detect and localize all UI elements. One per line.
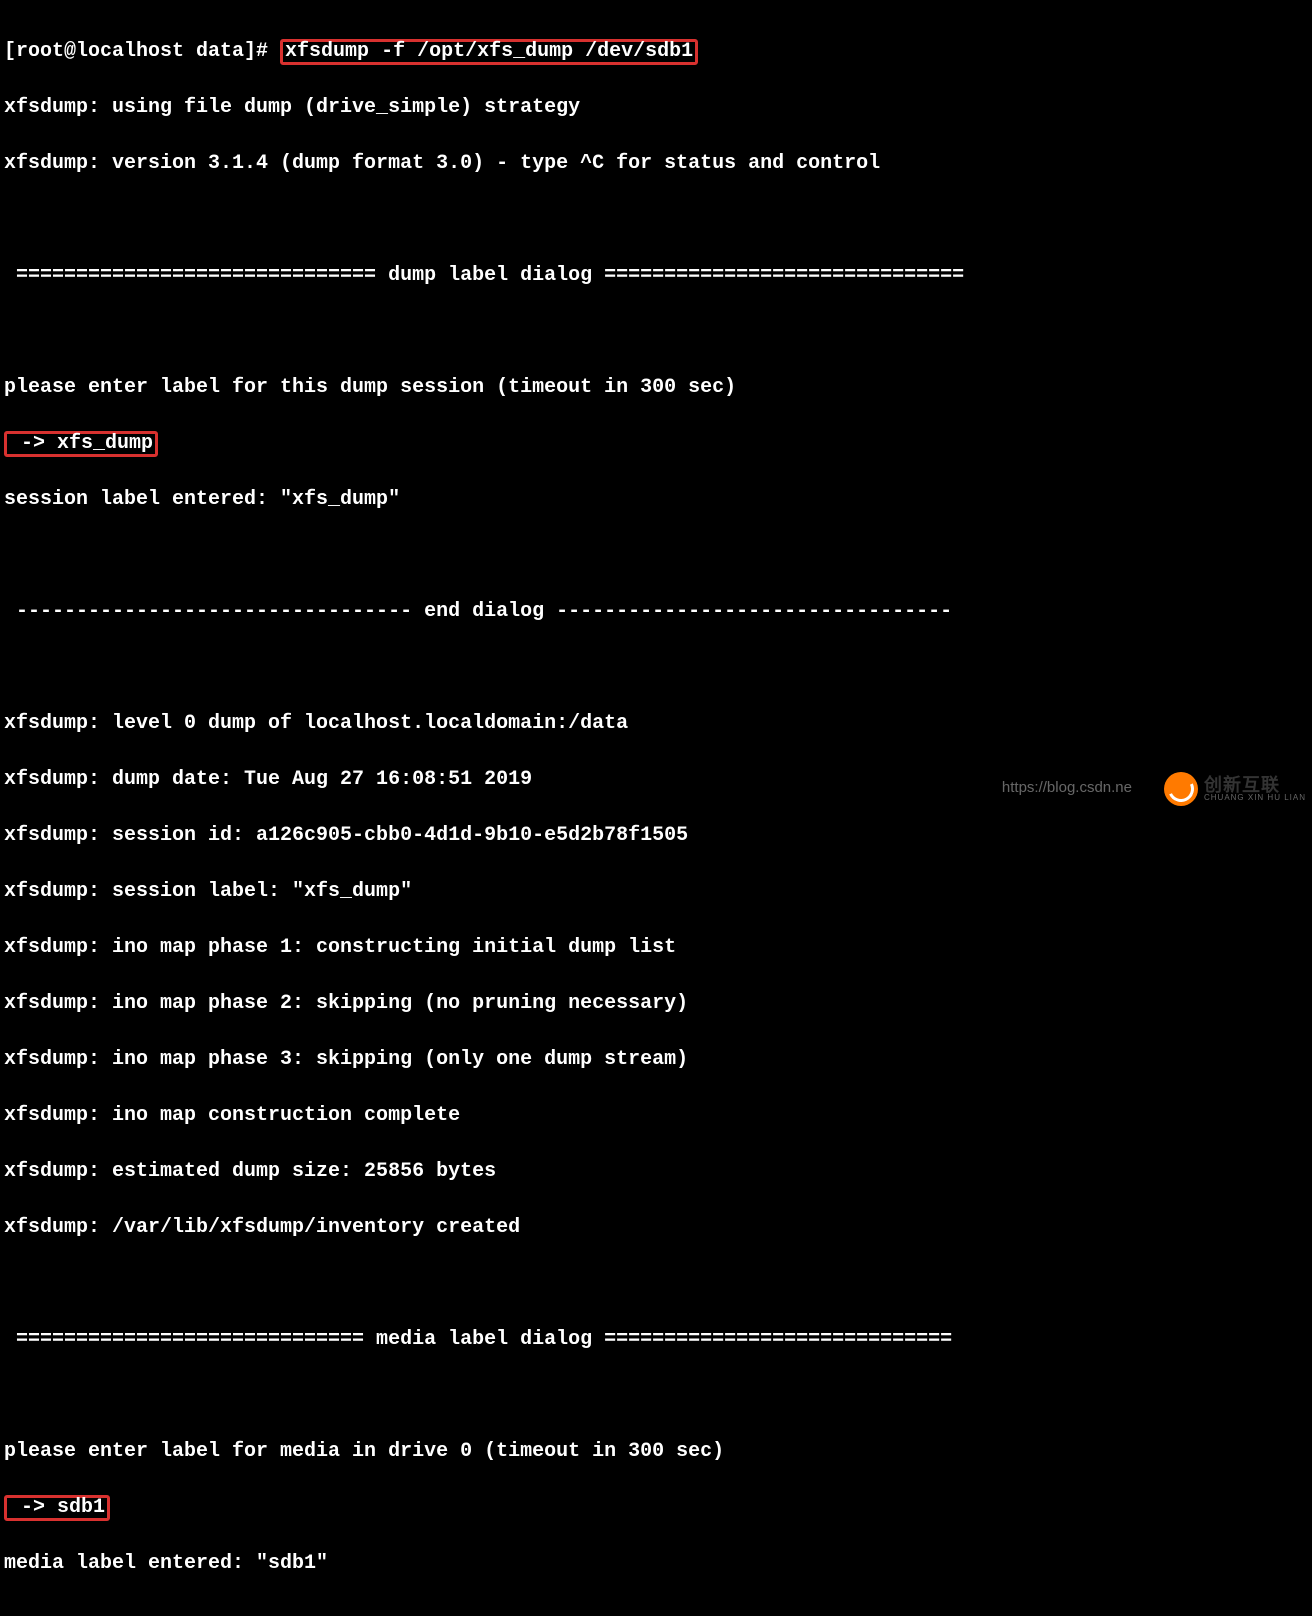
terminal-output: [root@localhost data]# xfsdump -f /opt/x… (0, 0, 1312, 1616)
dialog-header: ============================= media labe… (4, 1326, 1308, 1354)
session-label-input[interactable]: xfs_dump (57, 432, 153, 455)
watermark-text-en: CHUANG XIN HU LIAN (1204, 794, 1306, 802)
prompt-arrow: -> (9, 432, 57, 455)
output-line: xfsdump: version 3.1.4 (dump format 3.0)… (4, 150, 1308, 178)
shell-prompt: [root@localhost data]# (4, 40, 280, 63)
output-line: xfsdump: ino map construction complete (4, 1102, 1308, 1130)
label-prompt: please enter label for this dump session… (4, 374, 1308, 402)
output-line: xfsdump: using file dump (drive_simple) … (4, 94, 1308, 122)
dialog-footer: --------------------------------- end di… (4, 598, 1308, 626)
output-line: xfsdump: ino map phase 2: skipping (no p… (4, 990, 1308, 1018)
input-highlight: -> xfs_dump (4, 431, 158, 457)
output-line: xfsdump: estimated dump size: 25856 byte… (4, 1158, 1308, 1186)
output-line: media label entered: "sdb1" (4, 1550, 1308, 1578)
watermark-text-cn: 创新互联 (1204, 776, 1306, 794)
output-line: xfsdump: ino map phase 3: skipping (only… (4, 1046, 1308, 1074)
output-line: xfsdump: ino map phase 1: constructing i… (4, 934, 1308, 962)
output-line: session label entered: "xfs_dump" (4, 486, 1308, 514)
prompt-arrow: -> (9, 1496, 57, 1519)
label-prompt: please enter label for media in drive 0 … (4, 1438, 1308, 1466)
watermark-logo: 创新互联 CHUANG XIN HU LIAN (1164, 772, 1306, 806)
output-line: xfsdump: /var/lib/xfsdump/inventory crea… (4, 1214, 1308, 1242)
media-label-input[interactable]: sdb1 (57, 1496, 105, 1519)
dialog-header: ============================== dump labe… (4, 262, 1308, 290)
logo-icon (1164, 772, 1198, 806)
output-line: xfsdump: session label: "xfs_dump" (4, 878, 1308, 906)
output-line: xfsdump: session id: a126c905-cbb0-4d1d-… (4, 822, 1308, 850)
input-highlight: -> sdb1 (4, 1495, 110, 1521)
command-highlight: xfsdump -f /opt/xfs_dump /dev/sdb1 (280, 39, 698, 65)
output-line: xfsdump: level 0 dump of localhost.local… (4, 710, 1308, 738)
watermark-url: https://blog.csdn.ne (1002, 774, 1132, 802)
